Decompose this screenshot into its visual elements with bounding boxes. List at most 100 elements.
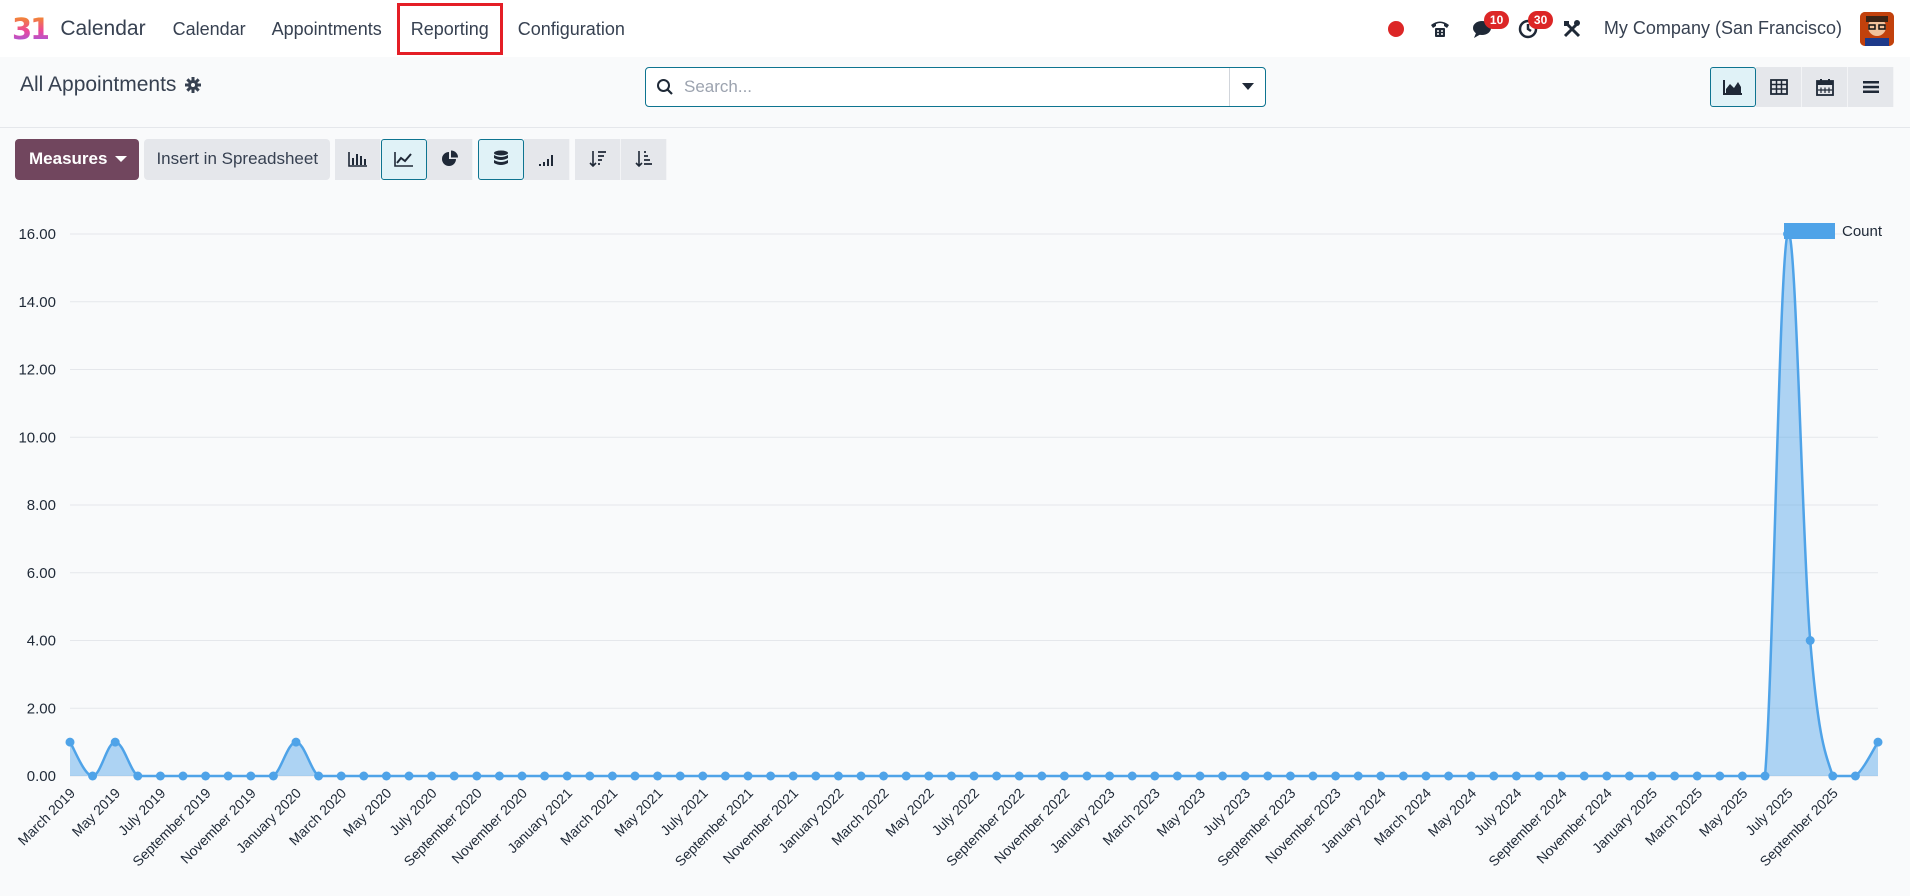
data-point[interactable] [1534,771,1544,781]
data-point[interactable] [246,771,256,781]
data-point[interactable] [698,771,708,781]
data-point[interactable] [1647,771,1657,781]
company-switcher[interactable]: My Company (San Francisco) [1604,18,1842,39]
data-point[interactable] [1715,771,1725,781]
data-point[interactable] [562,771,572,781]
data-point[interactable] [540,771,550,781]
data-point[interactable] [1308,771,1318,781]
gear-icon[interactable] [184,76,202,94]
menu-item-reporting[interactable]: Reporting [396,2,503,55]
data-point[interactable] [811,771,821,781]
cumulative-button[interactable] [524,138,571,180]
data-point[interactable] [1444,771,1454,781]
insert-in-spreadsheet-button[interactable]: Insert in Spreadsheet [144,138,331,180]
data-point[interactable] [1760,771,1770,781]
data-point[interactable] [1059,771,1069,781]
data-point[interactable] [268,771,278,781]
data-point[interactable] [1263,771,1273,781]
data-point[interactable] [1218,771,1228,781]
data-point[interactable] [178,771,188,781]
data-point[interactable] [110,737,120,747]
data-point[interactable] [449,771,459,781]
data-point[interactable] [992,771,1002,781]
data-point[interactable] [1421,771,1431,781]
data-point[interactable] [65,737,75,747]
menu-item-appointments[interactable]: Appointments [259,3,395,55]
data-point[interactable] [517,771,527,781]
data-point[interactable] [766,771,776,781]
data-point[interactable] [359,771,369,781]
data-point[interactable] [1150,771,1160,781]
data-point[interactable] [1692,771,1702,781]
data-point[interactable] [856,771,866,781]
data-point[interactable] [1873,737,1883,747]
data-point[interactable] [653,771,663,781]
data-point[interactable] [1737,771,1747,781]
data-point[interactable] [1670,771,1680,781]
search-options-toggle[interactable] [1229,68,1265,106]
data-point[interactable] [607,771,617,781]
data-point[interactable] [720,771,730,781]
data-point[interactable] [133,771,143,781]
data-point[interactable] [1850,771,1860,781]
data-point[interactable] [201,771,211,781]
sort-ascending-button[interactable] [621,138,668,180]
data-point[interactable] [630,771,640,781]
pie-chart-button[interactable] [427,138,474,180]
measures-dropdown-button[interactable]: Measures [15,138,140,180]
data-point[interactable] [1127,771,1137,781]
data-point[interactable] [924,771,934,781]
menu-item-configuration[interactable]: Configuration [505,3,638,55]
debug-tools-button[interactable] [1550,9,1594,49]
phone-button[interactable] [1418,9,1462,49]
data-point[interactable] [336,771,346,781]
menu-item-calendar[interactable]: Calendar [160,3,259,55]
data-point[interactable] [1240,771,1250,781]
data-point[interactable] [155,771,165,781]
data-point[interactable] [1285,771,1295,781]
pivot-view-button[interactable] [1756,67,1802,107]
data-point[interactable] [901,771,911,781]
graph-view-button[interactable] [1710,67,1756,107]
data-point[interactable] [1602,771,1612,781]
data-point[interactable] [1557,771,1567,781]
data-point[interactable] [427,771,437,781]
data-point[interactable] [585,771,595,781]
line-chart-button[interactable] [381,138,428,180]
data-point[interactable] [314,771,324,781]
legend-label-count[interactable]: Count [1842,223,1883,240]
messages-button[interactable]: 10 [1462,9,1510,49]
data-point[interactable] [833,771,843,781]
data-point[interactable] [223,771,233,781]
data-point[interactable] [1082,771,1092,781]
data-point[interactable] [1805,636,1815,645]
user-avatar[interactable] [1860,11,1894,46]
data-point[interactable] [1828,771,1838,781]
data-point[interactable] [743,771,753,781]
search-input[interactable] [684,69,1229,105]
data-point[interactable] [88,771,98,781]
legend-swatch-count[interactable] [1784,223,1835,239]
data-point[interactable] [1489,771,1499,781]
app-brand[interactable]: 31 Calendar [12,12,146,46]
data-point[interactable] [1579,771,1589,781]
data-point[interactable] [472,771,482,781]
data-point[interactable] [788,771,798,781]
data-point[interactable] [946,771,956,781]
data-point[interactable] [1376,771,1386,781]
recording-indicator-icon[interactable] [1387,20,1404,37]
data-point[interactable] [404,771,414,781]
data-point[interactable] [1014,771,1024,781]
data-point[interactable] [291,737,301,747]
data-point[interactable] [1331,771,1341,781]
data-point[interactable] [1105,771,1115,781]
data-point[interactable] [381,771,391,781]
data-point[interactable] [1624,771,1634,781]
data-point[interactable] [675,771,685,781]
data-point[interactable] [1172,771,1182,781]
data-point[interactable] [1353,771,1363,781]
sort-descending-button[interactable] [575,138,622,180]
data-point[interactable] [969,771,979,781]
list-view-button[interactable] [1848,67,1894,107]
data-point[interactable] [494,771,504,781]
